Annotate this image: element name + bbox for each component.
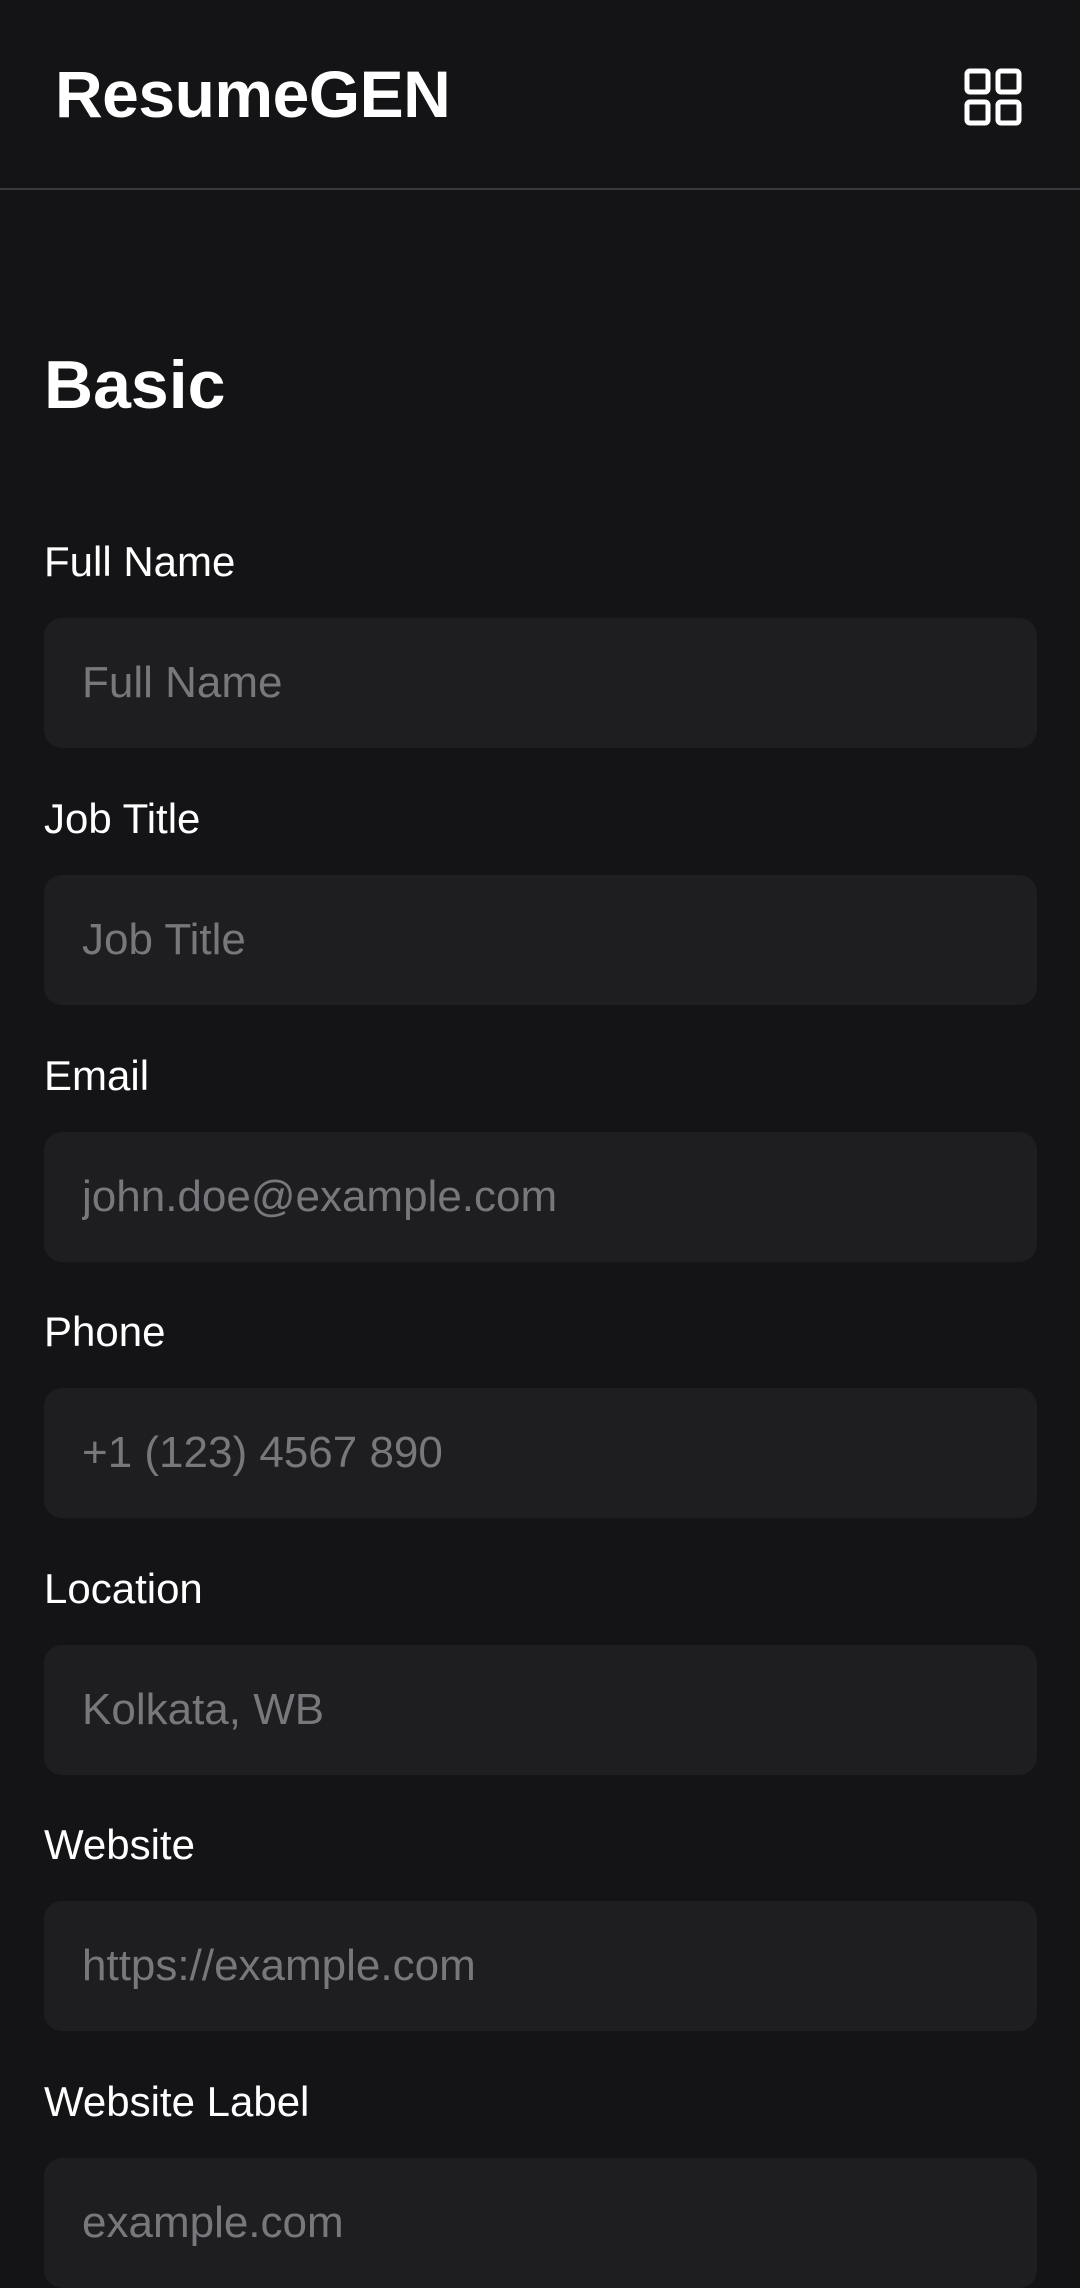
- layout-menu-button[interactable]: [958, 62, 1028, 132]
- email-field: Email: [44, 1049, 1037, 1262]
- website-field: Website: [44, 1818, 1037, 2031]
- app-header: ResumeGEN: [0, 0, 1080, 190]
- website-label: Website: [44, 1821, 195, 1868]
- full-name-label: Full Name: [44, 538, 236, 585]
- location-field: Location: [44, 1562, 1037, 1775]
- job-title-label: Job Title: [44, 795, 201, 842]
- phone-label: Phone: [44, 1308, 166, 1355]
- website-label-input[interactable]: [44, 2158, 1037, 2288]
- full-name-input[interactable]: [44, 618, 1037, 748]
- phone-input[interactable]: [44, 1388, 1037, 1518]
- job-title-field: Job Title: [44, 792, 1037, 1005]
- full-name-field: Full Name: [44, 535, 1037, 748]
- email-input[interactable]: [44, 1132, 1037, 1262]
- location-input[interactable]: [44, 1645, 1037, 1775]
- app-title: ResumeGEN: [55, 57, 451, 131]
- grid-icon: [964, 68, 1022, 126]
- section-title: Basic: [44, 347, 226, 423]
- email-label: Email: [44, 1052, 150, 1099]
- website-label-label: Website Label: [44, 2078, 310, 2125]
- phone-field: Phone: [44, 1305, 1037, 1518]
- job-title-input[interactable]: [44, 875, 1037, 1005]
- website-label-field: Website Label: [44, 2075, 1037, 2288]
- website-input[interactable]: [44, 1901, 1037, 2031]
- location-label: Location: [44, 1565, 203, 1612]
